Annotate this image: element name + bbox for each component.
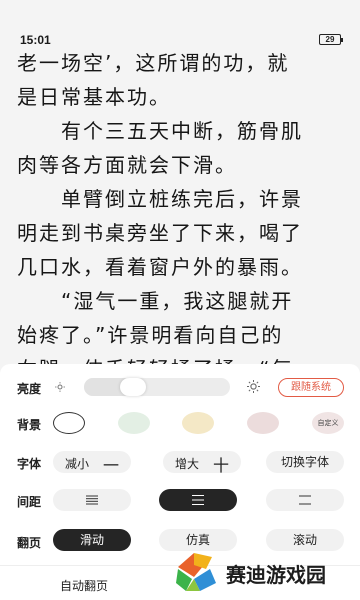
follow-system-button[interactable]: 跟随系统 [278, 378, 344, 397]
compact-spacing-icon [86, 495, 98, 505]
minus-icon: 一 [103, 456, 120, 475]
brightness-high-icon [247, 380, 260, 393]
spacing-compact-button[interactable] [53, 489, 131, 511]
text-line: 明走到书桌旁坐了下来，喝了 [17, 221, 303, 245]
auto-page-turn-button[interactable]: 自动翻页 [60, 577, 108, 594]
spacing-medium-button[interactable] [159, 489, 237, 511]
plus-icon: 十 [213, 456, 230, 475]
font-increase-button[interactable]: 增大 十 [163, 451, 241, 475]
spacing-label: 间距 [17, 495, 42, 509]
switch-font-button[interactable]: 切换字体 [266, 451, 344, 473]
spacing-loose-button[interactable] [266, 489, 344, 511]
text-line: 肉等各方面就会下滑。 [17, 153, 237, 177]
background-swatch-pink[interactable] [247, 412, 279, 434]
page-turn-label: 翻页 [17, 536, 42, 550]
background-swatch-green[interactable] [118, 412, 150, 434]
page-turn-slide-label: 滑动 [79, 533, 104, 547]
text-line: 右腿，伸手轻轻揉了揉。“每 [17, 352, 347, 364]
brightness-low-icon [55, 382, 65, 392]
text-line: 几口水，看着窗户外的暴雨。 [17, 255, 303, 279]
watermark-logo: 赛迪游戏园 [170, 547, 352, 595]
medium-spacing-icon [192, 495, 204, 505]
font-label: 字体 [17, 457, 42, 471]
background-swatch-white[interactable] [53, 412, 85, 434]
status-time: 15:01 [20, 33, 51, 47]
text-line: 单臂倒立桩练完后，许景 [17, 187, 303, 211]
custom-background-button[interactable]: 自定义 [312, 412, 344, 434]
text-line: 有个三五天中断，筋骨肌 [17, 119, 303, 143]
watermark-logo-icon [176, 553, 216, 591]
text-line: 是日常基本功。 [17, 85, 171, 109]
brightness-label: 亮度 [17, 382, 42, 396]
brightness-slider-thumb[interactable] [120, 378, 146, 396]
battery-icon: 29 [319, 34, 343, 45]
font-increase-label: 增大 [175, 457, 200, 471]
text-line: 老一场空’，这所谓的功，就 [17, 51, 290, 75]
switch-font-label: 切换字体 [280, 455, 329, 469]
text-line: 始疼了。”许景明看向自己的 [17, 323, 284, 347]
text-line: “湿气一重，我这腿就开 [17, 289, 294, 313]
loose-spacing-icon [299, 495, 311, 505]
background-swatch-yellow[interactable] [182, 412, 214, 434]
reading-content[interactable]: 老一场空’，这所谓的功，就 是日常基本功。 有个三五天中断，筋骨肌 肉等各方面就… [0, 46, 360, 364]
brightness-slider[interactable] [84, 378, 230, 396]
page-turn-slide-button[interactable]: 滑动 [53, 529, 131, 551]
font-decrease-label: 减小 [65, 457, 90, 471]
background-label: 背景 [17, 418, 42, 432]
watermark-logo-text: 赛迪游戏园 [226, 563, 326, 587]
font-decrease-button[interactable]: 减小 一 [53, 451, 131, 475]
